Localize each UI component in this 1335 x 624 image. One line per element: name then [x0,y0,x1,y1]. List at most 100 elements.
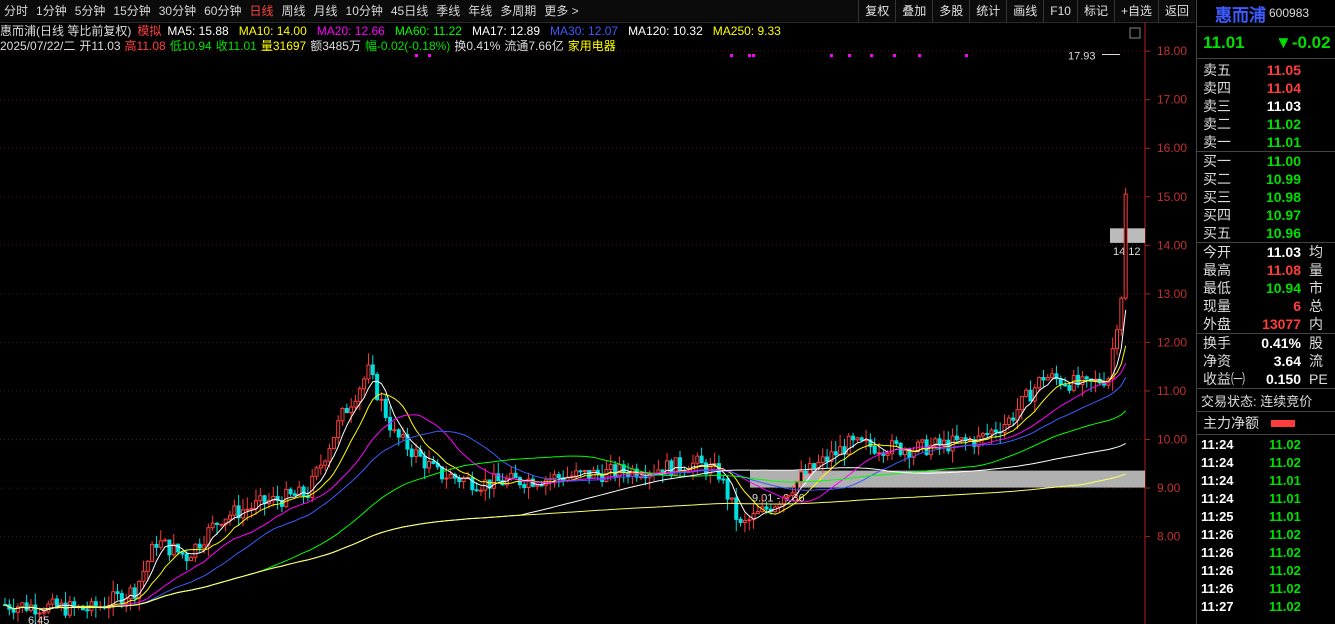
period-tab[interactable]: 45日线 [387,0,432,22]
period-tab[interactable]: 多周期 [496,0,540,22]
candle-body [1123,193,1128,299]
stats-row: 最高 11.08 量 [1197,261,1335,279]
period-tab[interactable]: 30分钟 [155,0,200,22]
candle-body [950,435,955,452]
candle-body [85,609,90,612]
candle-body [855,437,860,441]
moving-average-line [4,410,1127,610]
period-tab[interactable]: 5分钟 [71,0,110,22]
candle-body [985,432,990,435]
tool-button[interactable]: 叠加 [895,0,932,22]
tool-button[interactable]: +自选 [1113,0,1158,22]
candle-body [253,500,258,509]
tick-price: 11.01 [1269,472,1301,488]
tool-button[interactable]: 返回 [1157,0,1195,22]
candle-body [1037,377,1042,389]
candle-body [150,543,155,562]
axis-tick-label: 13.00 [1157,287,1187,301]
tick-time: 11:26 [1201,526,1234,542]
row-value: 11.02 [1266,116,1301,132]
row-label: 买五 [1203,225,1231,241]
period-tab[interactable]: 月线 [310,0,342,22]
candle-body [215,522,220,525]
candle-body [258,495,263,502]
row-label: 卖四 [1203,80,1231,96]
tool-button[interactable]: 多股 [932,0,969,22]
tick-price: 11.02 [1269,544,1301,560]
row-label: 买一 [1203,153,1231,169]
tool-button[interactable]: F10 [1043,0,1077,22]
tick-row: 11:24 11.01 [1197,471,1335,489]
candle-body [11,608,16,613]
row-value: 6 [1293,298,1301,314]
candle-body [491,473,496,489]
row-aux: PE [1309,371,1328,387]
ma-legend-item: MA20: 12.66 [316,23,385,38]
candle-body [613,464,618,478]
info-low: 低10.94 [169,39,212,53]
info-turnover: 换0.41% [454,39,501,53]
candle-body [37,612,42,615]
info-amount: 额3485万 [310,39,361,53]
quote-stats-2: 换手 0.41% 股净资 3.64 流收益㈠ 0.150 PE [1197,333,1335,388]
candle-body [825,456,830,462]
candle-body [859,437,864,441]
tick-time: 11:26 [1201,580,1234,596]
period-tab[interactable]: 周线 [277,0,309,22]
period-tab[interactable]: 日线 [245,0,277,22]
period-tab[interactable]: 15分钟 [109,0,154,22]
axis-tick-label: 8.00 [1157,530,1181,544]
candle-body [591,469,596,479]
candle-body [665,460,670,475]
stock-header: 惠而浦 600983 [1197,0,1335,27]
stats2-row: 净资 3.64 流 [1197,352,1335,370]
asks-row: 卖五 11.05 [1197,61,1335,79]
axis-tick-label: 15.00 [1157,190,1187,204]
ma-legend-item: MA5: 15.88 [167,23,229,38]
row-value: 10.94 [1265,280,1301,296]
tick-price: 11.02 [1269,580,1301,596]
candle-body [193,543,198,558]
tick-time: 11:24 [1201,454,1234,470]
period-tab[interactable]: 年线 [464,0,496,22]
candle-body [353,400,358,408]
row-label: 现量 [1203,298,1231,314]
period-tab[interactable]: 10分钟 [342,0,387,22]
period-tab[interactable]: 60分钟 [200,0,245,22]
row-aux: 总 [1309,298,1323,314]
tool-button[interactable]: 统计 [969,0,1006,22]
bids-row: 买三 10.98 [1197,188,1335,206]
period-tab[interactable]: 更多 > [540,0,582,22]
tick-row: 11:24 11.01 [1197,489,1335,507]
candle-body [128,587,133,600]
row-label: 今开 [1203,244,1231,260]
row-label: 净资 [1203,353,1231,369]
period-tab[interactable]: 分时 [0,0,32,22]
tool-button[interactable]: 复权 [858,0,895,22]
tool-button[interactable]: 画线 [1006,0,1043,22]
candle-body [288,488,293,495]
candle-body [959,437,964,441]
candle-body [141,570,146,582]
candle-body [396,429,401,438]
tick-price: 11.02 [1269,454,1301,470]
row-aux: 量 [1309,262,1323,278]
candle-body [920,439,925,443]
candle-body [608,464,613,471]
period-tab[interactable]: 1分钟 [32,0,71,22]
candle-body [1050,373,1055,379]
candle-body [1045,377,1050,381]
tick-list: 11:24 11.02 11:24 11.02 11:24 11.01 11:24 11.01… [1197,434,1335,615]
tick-time: 11:24 [1201,436,1234,452]
info-change: 幅-0.02(-0.18%) [364,39,451,53]
candle-body [846,435,851,455]
period-tab[interactable]: 季线 [432,0,464,22]
info-industry[interactable]: 家用电器 [568,37,616,54]
tick-row: 11:25 11.01 [1197,507,1335,525]
candle-body [392,429,397,432]
candlestick-chart[interactable]: 18.00 17.00 16.00 15.00 14.00 13.00 12.00 11.00… [0,22,1195,624]
row-label: 卖二 [1203,116,1231,132]
tool-button[interactable]: 标记 [1076,0,1114,22]
candle-body [210,522,215,529]
ask-book: 卖五 11.05 卖四 11.04 卖三 11.03 卖二 11.02 卖一 11.01 [1197,59,1335,151]
